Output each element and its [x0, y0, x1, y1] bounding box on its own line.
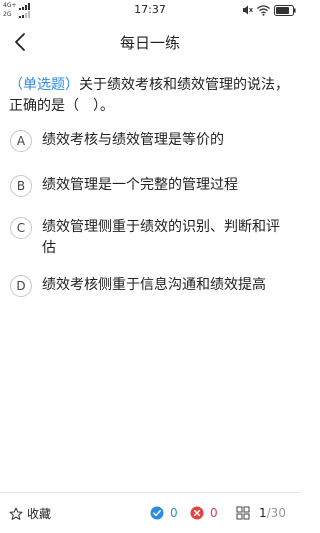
- bottom-bar: 收藏 0 0 1/30: [0, 492, 300, 533]
- chevron-left-icon: [15, 33, 25, 51]
- option-a[interactable]: A 绩效考核与绩效管理是等价的: [10, 130, 290, 152]
- option-letter: C: [10, 217, 32, 239]
- progress-indicator: 1/30: [259, 506, 286, 520]
- back-button[interactable]: [4, 26, 36, 58]
- favorite-label: 收藏: [27, 507, 52, 521]
- correct-count: 0: [170, 506, 178, 520]
- page-title: 每日一练: [119, 34, 180, 52]
- option-text: 绩效管理侧重于绩效的识别、判断和评估: [42, 219, 280, 256]
- correct-counter: 0: [150, 506, 178, 520]
- option-d[interactable]: D 绩效考核侧重于信息沟通和绩效提高: [10, 275, 290, 297]
- favorite-button[interactable]: 收藏: [9, 505, 51, 522]
- option-letter: B: [10, 175, 32, 197]
- x-circle-icon: [190, 506, 204, 520]
- wifi-icon: [257, 4, 270, 16]
- grid-icon: [236, 506, 250, 520]
- option-letter: D: [10, 275, 32, 297]
- check-circle-icon: [150, 506, 164, 520]
- header: 每日一练: [0, 20, 300, 64]
- option-text: 绩效管理是一个完整的管理过程: [42, 177, 238, 193]
- status-bar: 4G+ 2G 17:37: [0, 0, 300, 20]
- option-c[interactable]: C 绩效管理侧重于绩效的识别、判断和评估: [10, 217, 290, 259]
- progress-current: 1: [259, 506, 267, 520]
- progress-total: /30: [266, 506, 286, 520]
- option-b[interactable]: B 绩效管理是一个完整的管理过程: [10, 175, 290, 197]
- question-stem: （单选题）关于绩效考核和绩效管理的说法，正确的是（ ）。: [9, 75, 293, 117]
- wrong-counter: 0: [190, 506, 218, 520]
- mute-icon: [243, 5, 253, 15]
- wrong-count: 0: [210, 506, 218, 520]
- option-text: 绩效考核与绩效管理是等价的: [42, 132, 224, 148]
- option-letter: A: [10, 130, 32, 152]
- option-text: 绩效考核侧重于信息沟通和绩效提高: [42, 277, 266, 293]
- question-type-label: （单选题）: [9, 77, 79, 93]
- star-icon: [9, 507, 23, 520]
- battery-icon: [274, 4, 296, 16]
- status-icons: [241, 3, 296, 17]
- question-list-button[interactable]: 1/30: [236, 506, 286, 520]
